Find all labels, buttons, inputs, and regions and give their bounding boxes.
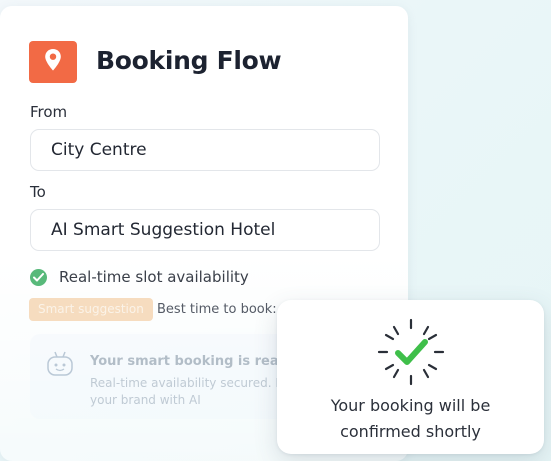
check-circle-icon	[30, 268, 47, 286]
to-label: To	[30, 183, 46, 201]
page-title: Booking Flow	[96, 46, 282, 75]
from-field[interactable]: City Centre	[30, 129, 380, 171]
map-pin-icon	[44, 48, 62, 77]
to-field[interactable]: AI Smart Suggestion Hotel	[30, 209, 380, 251]
smart-suggestion-badge: Smart suggestion	[29, 298, 153, 321]
confirmation-message: Your booking will be confirmed shortly	[277, 393, 544, 445]
availability-status: Real-time slot availability	[30, 268, 249, 286]
notice-line-1: Real-time availability secured. Per	[90, 376, 295, 390]
notice-line-2: your brand with AI	[90, 393, 201, 407]
notice-title: Your smart booking is ready.	[90, 354, 301, 369]
confirmation-line-2: confirmed shortly	[340, 422, 481, 441]
confirmation-line-1: Your booking will be	[330, 396, 491, 415]
robot-icon	[45, 350, 75, 383]
logo	[29, 41, 77, 83]
availability-text: Real-time slot availability	[59, 268, 249, 286]
checkmark-icon	[375, 316, 447, 393]
from-label: From	[30, 103, 68, 121]
confirmation-popup: Your booking will be confirmed shortly	[277, 300, 544, 454]
